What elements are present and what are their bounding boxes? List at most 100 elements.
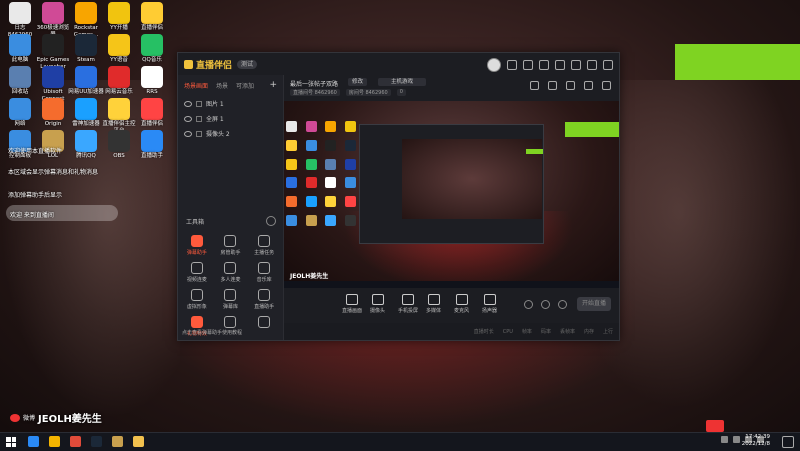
control-button[interactable]: 手机投屏: [398, 294, 418, 314]
desktop-icon[interactable]: 直播助手: [134, 130, 170, 160]
desktop-icon[interactable]: Origin: [35, 98, 71, 128]
control-button[interactable]: 摄像头: [370, 294, 385, 314]
toolbox-grid: 弹幕助手 房管助手 主播任务 视频连麦 多人连麦 音乐库 虚拟形象 弹幕库 直播助手 礼物特效: [180, 235, 281, 337]
lock-icon[interactable]: [196, 100, 202, 107]
desktop-app-icon: [108, 2, 130, 24]
preview-icon: [344, 177, 356, 189]
avatar[interactable]: [487, 58, 501, 72]
add-source-button[interactable]: +: [269, 80, 277, 90]
lock-icon[interactable]: [196, 130, 202, 137]
toolbox-item[interactable]: 房管助手: [214, 235, 248, 256]
source-label: 摄像头 2: [206, 131, 230, 138]
taskbar-app-edge[interactable]: [28, 436, 39, 447]
status-bar: 直播时长 CPU 帧率 码率 丢帧率 内存 上行: [284, 323, 619, 340]
tab-scene-sources[interactable]: 场景画面: [184, 81, 208, 90]
desktop-icon[interactable]: 控制面板: [2, 130, 38, 160]
headset-icon[interactable]: [507, 60, 517, 70]
maximize-icon[interactable]: [587, 60, 597, 70]
toolbox-item[interactable]: 多人连麦: [214, 262, 248, 283]
preview-icon: [344, 196, 356, 208]
toolbox-item[interactable]: 视频连麦: [180, 262, 214, 283]
app-name: 直播伴侣: [196, 60, 233, 71]
green-overlay-banner: [675, 44, 800, 80]
share-icon[interactable]: [602, 81, 611, 90]
close-icon[interactable]: [603, 60, 613, 70]
control-button[interactable]: 扬声器: [482, 294, 497, 314]
toolbox-more-icon[interactable]: [266, 216, 276, 226]
screenshot-icon[interactable]: [530, 81, 539, 90]
taskbar-app-game[interactable]: [112, 436, 123, 447]
toolbox-item[interactable]: [247, 316, 281, 337]
toolbox-item[interactable]: 弹幕库: [214, 289, 248, 310]
desktop-icon[interactable]: QQ音乐: [134, 34, 170, 64]
desktop-icon[interactable]: 网易云音乐: [101, 66, 137, 96]
source-item[interactable]: 摄像头 2: [178, 126, 283, 141]
source-item[interactable]: 图片 1: [178, 96, 283, 111]
eye-icon[interactable]: [184, 130, 192, 137]
lock-icon[interactable]: [196, 115, 202, 122]
control-label: 手机投屏: [398, 308, 419, 314]
taskbar-app-chrome[interactable]: [49, 436, 60, 447]
desktop-icon[interactable]: 雷神加速器: [68, 98, 104, 128]
toolbox-item[interactable]: 音乐库: [247, 262, 281, 283]
desktop-icon[interactable]: 网络: [2, 98, 38, 128]
preview-icon: [286, 121, 297, 132]
control-button[interactable]: 直播画面: [342, 294, 362, 314]
desktop-icon[interactable]: LOL: [35, 130, 71, 160]
record-icon[interactable]: [524, 300, 533, 309]
desktop-icon[interactable]: 腾讯QQ: [68, 130, 104, 160]
desktop-app-icon: [42, 98, 64, 120]
desktop-icon[interactable]: 直播伴侣: [134, 2, 170, 32]
sidebar-footer[interactable]: 点击查看弹幕助手使用教程: [182, 329, 242, 336]
bell-icon[interactable]: [584, 81, 593, 90]
tray-arrow-icon[interactable]: [721, 436, 728, 443]
start-live-button[interactable]: 开始直播: [577, 297, 611, 311]
eye-icon[interactable]: [184, 100, 192, 107]
stream-preview[interactable]: JEOLH姜先生: [284, 101, 619, 288]
danmaku-notice-3: 添加弹幕助手后显示: [8, 192, 63, 199]
desktop-icon[interactable]: 此电脑: [2, 34, 38, 64]
lock-icon[interactable]: [548, 81, 557, 90]
edit-tag[interactable]: 修改: [348, 78, 368, 86]
skin-icon[interactable]: [539, 60, 549, 70]
taskbar-app-browser[interactable]: [70, 436, 81, 447]
desktop-app-icon: [108, 98, 130, 120]
mail-icon[interactable]: [523, 60, 533, 70]
notification-icon[interactable]: [782, 436, 794, 448]
control-button[interactable]: 麦克风: [454, 294, 469, 314]
weibo-tray-icon[interactable]: [706, 420, 724, 432]
control-button[interactable]: 多媒体: [426, 294, 441, 314]
desktop-icon[interactable]: 网易UU加速器: [68, 66, 104, 96]
desktop-icon[interactable]: 直播伴侣: [134, 98, 170, 128]
desktop-icon[interactable]: YY语音: [101, 34, 137, 64]
eye-icon[interactable]: [184, 115, 192, 122]
desktop-icon[interactable]: RRS: [134, 66, 170, 96]
room-title[interactable]: 最后一张帖子双路: [290, 79, 338, 88]
version-badge[interactable]: 测试: [237, 59, 258, 69]
pause-icon[interactable]: [541, 300, 550, 309]
minimize-icon[interactable]: [571, 60, 581, 70]
windows-start-icon[interactable]: [6, 437, 16, 447]
menu-icon[interactable]: [555, 60, 565, 70]
tab-addable[interactable]: 可添加: [236, 81, 254, 90]
preview-watermark: JEOLH姜先生: [290, 273, 329, 280]
tab-scenes[interactable]: 场景: [216, 81, 228, 90]
taskbar-app-folder[interactable]: [133, 436, 144, 447]
toolbox-item[interactable]: 直播助手: [247, 289, 281, 310]
preview-nested-banner: [526, 149, 543, 154]
taskbar-clock[interactable]: 17:42:39 2022/12/8: [742, 434, 770, 448]
category-tag[interactable]: 主机游戏: [378, 78, 426, 86]
desktop-icon[interactable]: 回收站: [2, 66, 38, 96]
toolbox-item[interactable]: 虚拟形象: [180, 289, 214, 310]
taskbar-app-steam[interactable]: [91, 436, 102, 447]
desktop-icon[interactable]: YY开播: [101, 2, 137, 32]
settings-icon[interactable]: [558, 300, 567, 309]
network-icon[interactable]: [733, 436, 740, 443]
desktop-icon[interactable]: OBS: [101, 130, 137, 160]
desktop-app-icon: [42, 66, 64, 88]
unlock-icon[interactable]: [566, 81, 575, 90]
desktop-icon[interactable]: Steam: [68, 34, 104, 64]
toolbox-item[interactable]: 弹幕助手: [180, 235, 214, 256]
source-item[interactable]: 全屏 1: [178, 111, 283, 126]
toolbox-item[interactable]: 主播任务: [247, 235, 281, 256]
